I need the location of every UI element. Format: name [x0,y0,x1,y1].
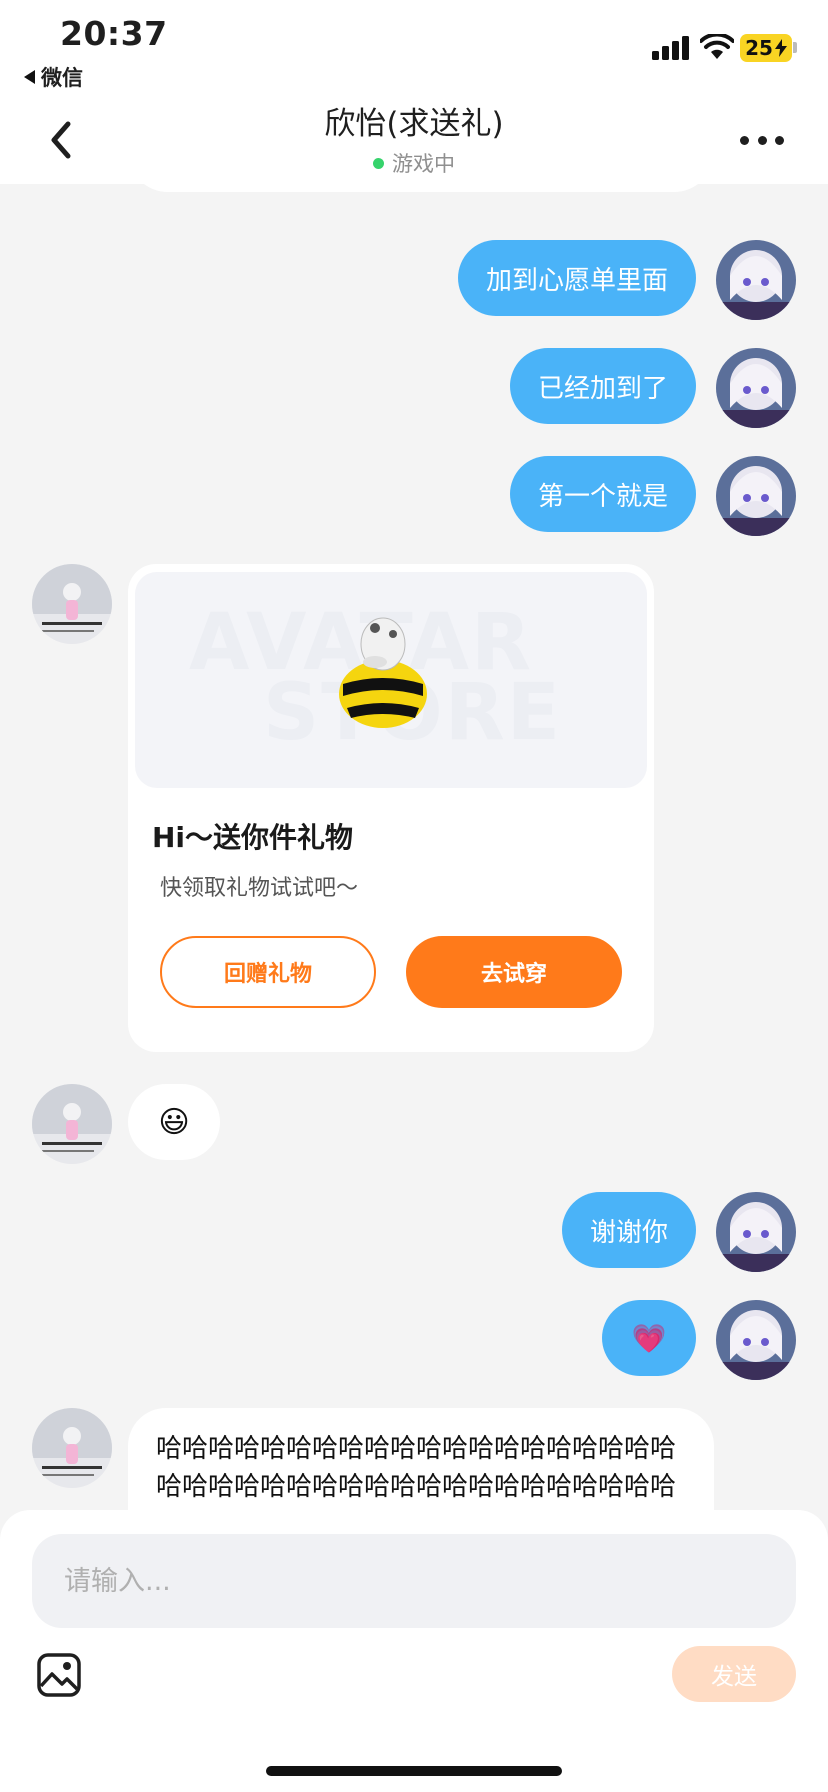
online-dot-icon [373,157,384,169]
contact-avatar[interactable] [32,1408,112,1488]
charging-bolt-icon [774,39,787,57]
message-input[interactable] [32,1534,796,1628]
gift-image: AVATAR STORE [135,572,647,788]
image-icon[interactable] [36,1652,82,1698]
more-dots-icon[interactable] [740,134,784,146]
gift-card-title: Hi～送你件礼物 [152,821,354,854]
cellular-signal-icon [652,36,689,60]
home-indicator[interactable] [266,1766,562,1776]
contact-message-bubble[interactable]: 😃 [128,1084,220,1160]
try-on-button[interactable]: 去试穿 [406,936,622,1008]
composer-panel: 发送 [0,1510,828,1792]
battery-indicator: 25 [740,34,792,62]
my-avatar[interactable] [716,240,796,320]
gift-card[interactable]: AVATAR STORE Hi～送你件礼物 快领取礼物试试吧～ 回赠礼物 去试穿 [128,564,654,1052]
contact-avatar[interactable] [32,1084,112,1164]
back-app-label: 微信 [41,66,83,90]
wifi-icon [700,34,734,59]
contact-status: 游戏中 [0,148,828,178]
gift-card-subtitle: 快领取礼物试试吧～ [160,876,359,901]
send-button[interactable]: 发送 [672,1646,796,1702]
message-list[interactable]: 加到心愿单里面 已经加到了 第一个就是 AVATAR STORE H [0,184,828,1510]
battery-level: 25 [745,36,773,60]
gift-item-icon [339,617,427,728]
return-gift-button[interactable]: 回赠礼物 [160,936,376,1008]
my-message-bubble[interactable]: 加到心愿单里面 [457,240,696,316]
battery-tip [793,42,797,53]
my-message-bubble[interactable]: 谢谢你 [561,1192,696,1268]
contact-message-bubble[interactable]: 哈哈哈哈哈哈哈哈哈哈哈哈哈哈哈哈哈哈哈哈哈哈哈哈哈哈哈哈哈哈哈哈哈哈哈哈哈哈哈哈 [128,1408,714,1510]
status-time: 20:37 [60,14,168,53]
back-to-app-link[interactable]: 微信 [24,62,83,92]
my-avatar[interactable] [716,1192,796,1272]
my-avatar[interactable] [716,1300,796,1380]
back-triangle-icon [24,70,35,84]
previous-message-bubble [128,184,714,192]
status-bar: 20:37 微信 25 [0,0,828,92]
my-message-bubble[interactable]: 已经加到了 [509,348,696,424]
contact-status-text: 游戏中 [392,152,455,176]
contact-avatar[interactable] [32,564,112,644]
my-message-bubble[interactable]: 💗 [602,1300,696,1376]
my-message-bubble[interactable]: 第一个就是 [509,456,696,532]
my-avatar[interactable] [716,348,796,428]
chat-header: 欣怡(求送礼) 游戏中 [0,92,828,184]
chat-title: 欣怡(求送礼) [324,106,504,142]
my-avatar[interactable] [716,456,796,536]
